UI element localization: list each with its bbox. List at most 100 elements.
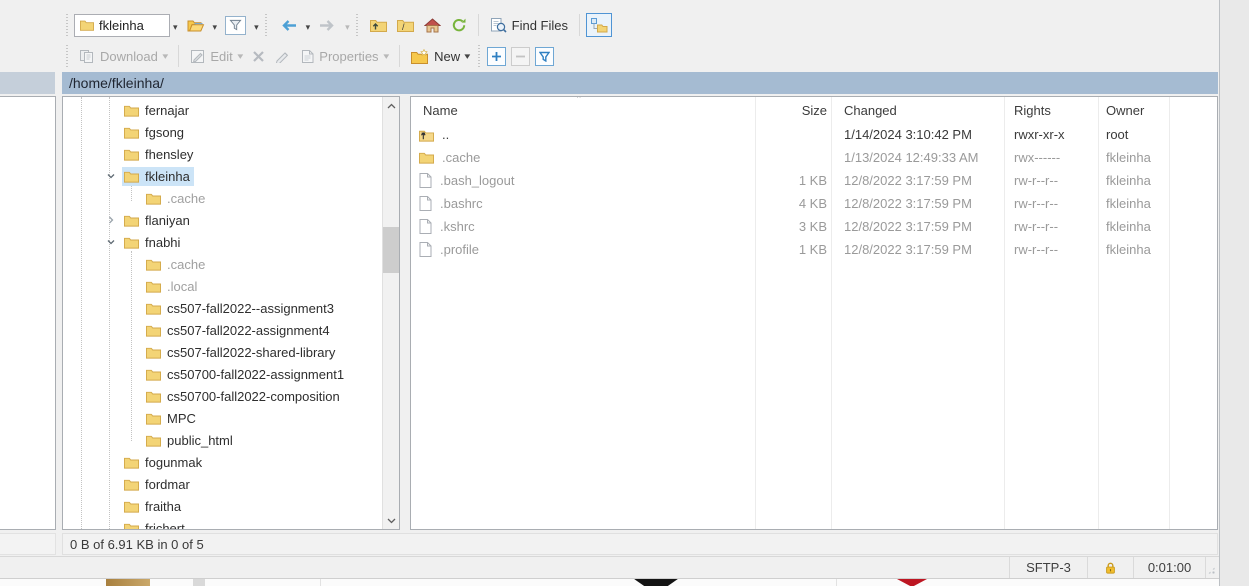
delete-button[interactable]	[247, 46, 270, 67]
tree-item-cs50700-fall2022-assignment1[interactable]: cs50700-fall2022-assignment1	[63, 363, 382, 385]
forward-dropdown-button[interactable]: ▾	[342, 16, 353, 35]
tree-item-mpc[interactable]: MPC	[63, 407, 382, 429]
back-dropdown-button[interactable]: ▾	[303, 16, 314, 35]
toolbar-grip[interactable]	[264, 14, 269, 36]
open-directory-dropdown-button[interactable]: ▾	[210, 16, 221, 35]
tree-node[interactable]: fernajar	[122, 101, 193, 120]
back-button[interactable]	[274, 15, 303, 36]
tree-item-fraitha[interactable]: fraitha	[63, 495, 382, 517]
tree-node[interactable]: fnabhi	[122, 233, 184, 252]
tree-node[interactable]: MPC	[144, 409, 200, 428]
tree-node[interactable]: fordmar	[122, 475, 194, 494]
tree-item-fnabhi[interactable]: fnabhi	[63, 231, 382, 253]
find-files-button[interactable]: Find Files	[485, 13, 573, 38]
location-dropdown-button[interactable]: ▾	[170, 16, 181, 35]
local-file-panel[interactable]	[0, 96, 56, 530]
protocol-badge[interactable]: SFTP-3	[1009, 557, 1087, 578]
tree-item-fogunmak[interactable]: fogunmak	[63, 451, 382, 473]
scrollbar-thumb[interactable]	[383, 227, 400, 273]
tree-node[interactable]: fgsong	[122, 123, 188, 142]
column-header-owner[interactable]: Owner	[1098, 103, 1169, 118]
file-row--bashrc[interactable]: .bashrc4 KB12/8/2022 3:17:59 PMrw-r--r--…	[411, 192, 1217, 215]
tree-item--cache[interactable]: .cache	[63, 187, 382, 209]
properties-button[interactable]: Properties ▾	[296, 45, 393, 68]
tree-item-cs507-fall2022-shared-library[interactable]: cs507-fall2022-shared-library	[63, 341, 382, 363]
tree-item-fgsong[interactable]: fgsong	[63, 121, 382, 143]
toolbar-grip[interactable]	[355, 14, 360, 36]
local-path-bar[interactable]	[0, 72, 55, 94]
chevron-down-icon[interactable]	[103, 168, 119, 184]
rename-button[interactable]	[270, 46, 296, 67]
file-row--cache[interactable]: .cache1/13/2024 12:49:33 AMrwx------fkle…	[411, 146, 1217, 169]
remote-file-panel[interactable]: ˆ Name Size Changed Rights Owner ..1/14/…	[410, 96, 1218, 530]
column-header-changed[interactable]: Changed	[831, 103, 1004, 118]
open-directory-button[interactable]	[181, 14, 210, 37]
encryption-lock-cell[interactable]	[1087, 557, 1133, 578]
tree-node[interactable]: .cache	[144, 255, 209, 274]
file-owner: fkleinha	[1098, 219, 1169, 234]
scroll-up-button[interactable]	[383, 97, 400, 114]
toolbar-grip[interactable]	[64, 14, 69, 36]
tree-node[interactable]: cs507-fall2022-shared-library	[144, 343, 339, 362]
file-row--kshrc[interactable]: .kshrc3 KB12/8/2022 3:17:59 PMrw-r--r--f…	[411, 215, 1217, 238]
home-directory-button[interactable]	[419, 14, 446, 37]
tree-item--cache[interactable]: .cache	[63, 253, 382, 275]
tree-node[interactable]: public_html	[144, 431, 237, 450]
tree-node[interactable]: .local	[144, 277, 201, 296]
column-header-size[interactable]: Size	[802, 103, 831, 118]
tree-item-frichert[interactable]: frichert	[63, 517, 382, 529]
tree-node[interactable]: cs50700-fall2022-assignment1	[144, 365, 348, 384]
tree-node[interactable]: fogunmak	[122, 453, 206, 472]
toolbar-grip[interactable]	[477, 45, 482, 67]
tree-node[interactable]: fkleinha	[122, 167, 194, 186]
file-rights: rw-r--r--	[1004, 219, 1098, 234]
tree-node[interactable]: fraitha	[122, 497, 185, 516]
refresh-button[interactable]	[446, 13, 472, 37]
tree-item-fordmar[interactable]: fordmar	[63, 473, 382, 495]
remote-path-bar[interactable]: /home/fkleinha/	[62, 72, 1218, 94]
tree-node[interactable]: cs50700-fall2022-composition	[144, 387, 344, 406]
scroll-down-button[interactable]	[383, 512, 400, 529]
tree-item-fernajar[interactable]: fernajar	[63, 99, 382, 121]
root-directory-button[interactable]: /	[392, 14, 419, 36]
download-button[interactable]: Download ▾	[74, 45, 172, 68]
tree-item-flaniyan[interactable]: flaniyan	[63, 209, 382, 231]
session-duration[interactable]: 0:01:00	[1133, 557, 1205, 578]
tree-item--local[interactable]: .local	[63, 275, 382, 297]
parent-directory-button[interactable]	[365, 14, 392, 36]
filter-dropdown-button[interactable]: ▾	[251, 16, 262, 35]
forward-button[interactable]	[313, 15, 342, 36]
location-combobox[interactable]: fkleinha	[74, 14, 170, 37]
column-header-rights[interactable]: Rights	[1004, 103, 1098, 118]
tree-indent	[125, 190, 141, 206]
tree-node[interactable]: cs507-fall2022-assignment4	[144, 321, 334, 340]
tree-node[interactable]: frichert	[122, 519, 189, 530]
filter-files-button[interactable]	[535, 47, 554, 66]
add-button[interactable]	[487, 47, 506, 66]
toolbar-grip[interactable]	[64, 45, 69, 67]
tree-item-public-html[interactable]: public_html	[63, 429, 382, 451]
column-header-name[interactable]: Name	[411, 103, 755, 118]
tree-item-cs507-fall2022-assignment3[interactable]: cs507-fall2022--assignment3	[63, 297, 382, 319]
tree-node[interactable]: flaniyan	[122, 211, 194, 230]
tree-item-fhensley[interactable]: fhensley	[63, 143, 382, 165]
tree-view-toggle-button[interactable]	[586, 13, 612, 37]
file-row--bash-logout[interactable]: .bash_logout1 KB12/8/2022 3:17:59 PMrw-r…	[411, 169, 1217, 192]
resize-grip[interactable]	[1205, 557, 1219, 578]
tree-item-fkleinha[interactable]: fkleinha	[63, 165, 382, 187]
tree-item-cs507-fall2022-assignment4[interactable]: cs507-fall2022-assignment4	[63, 319, 382, 341]
file-row--[interactable]: ..1/14/2024 3:10:42 PMrwxr-xr-xroot	[411, 123, 1217, 146]
new-button[interactable]: New ▾	[406, 45, 475, 68]
file-row--profile[interactable]: .profile1 KB12/8/2022 3:17:59 PMrw-r--r-…	[411, 238, 1217, 261]
tree-node[interactable]: cs507-fall2022--assignment3	[144, 299, 338, 318]
tree-scrollbar[interactable]	[382, 97, 399, 529]
chevron-right-icon[interactable]	[103, 212, 119, 228]
filter-button[interactable]	[220, 12, 251, 39]
remove-button[interactable]	[511, 47, 530, 66]
directory-tree-panel[interactable]: fernajar fgsong fhensley fkleinha .cache flan…	[62, 96, 400, 530]
tree-node[interactable]: .cache	[144, 189, 209, 208]
edit-button[interactable]: Edit ▾	[185, 45, 247, 68]
tree-node[interactable]: fhensley	[122, 145, 197, 164]
tree-item-cs50700-fall2022-composition[interactable]: cs50700-fall2022-composition	[63, 385, 382, 407]
chevron-down-icon[interactable]	[103, 234, 119, 250]
